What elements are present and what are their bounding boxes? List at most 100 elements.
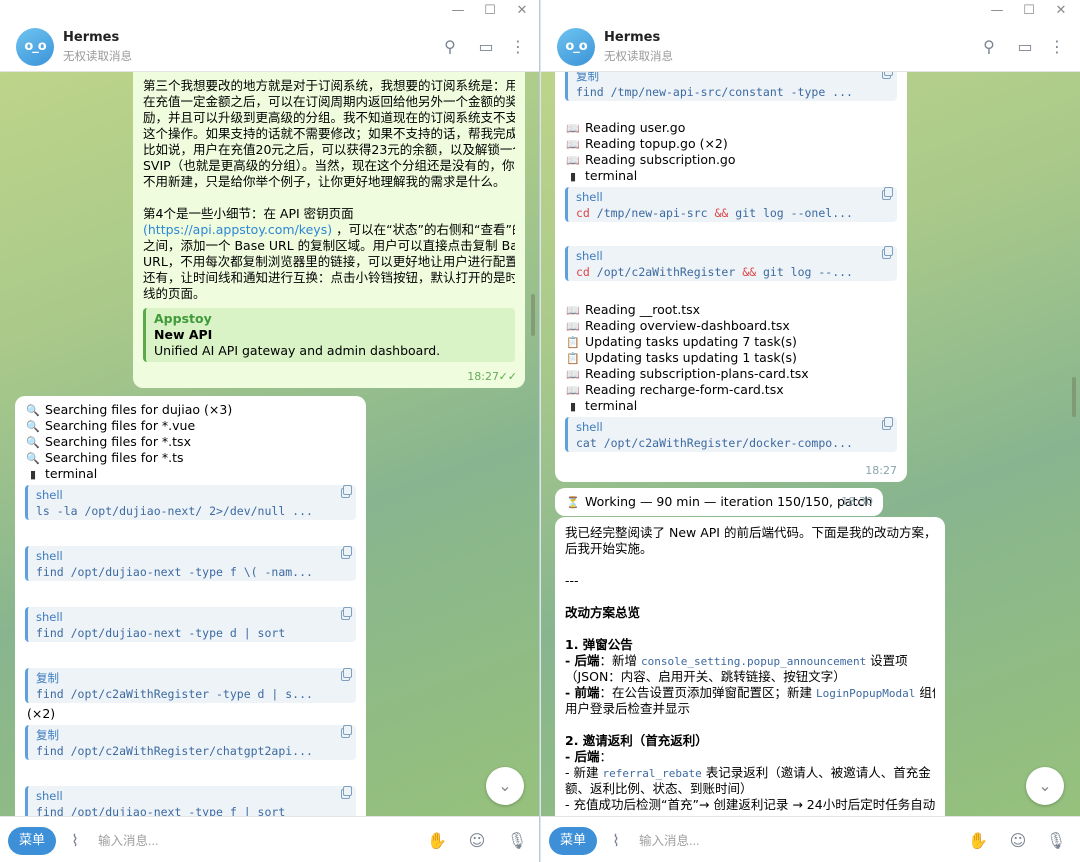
tool-line-text: Reading user.go bbox=[585, 120, 686, 135]
code-block[interactable]: 复制 find /opt/c2aWithRegister -type d | s.… bbox=[25, 668, 356, 703]
code-command: ls -la /opt/dujiao-next/ 2>/dev/null ... bbox=[36, 504, 313, 518]
menu-button[interactable]: 菜单 bbox=[8, 827, 56, 855]
preview-description: Unified AI API gateway and admin dashboa… bbox=[154, 343, 441, 358]
copy-icon[interactable] bbox=[341, 668, 352, 681]
copy-icon[interactable] bbox=[882, 246, 893, 259]
code-command: find /tmp/new-api-src/constant -type ... bbox=[576, 85, 853, 99]
chat-header: o_o Hermes 无权读取消息 ⚲ ▭ ⋮ bbox=[0, 22, 539, 72]
message-list[interactable]: 第三个我想要改的地方就是对于订阅系统，我想要的订阅系统是：用户 在充值一定金额之后… bbox=[0, 72, 539, 816]
tool-line-text: Reading subscription-plans-card.tsx bbox=[585, 366, 809, 381]
hourglass-icon: ⏳ bbox=[566, 496, 580, 509]
sidebar-toggle-icon[interactable]: ▭ bbox=[476, 36, 496, 58]
composer: 菜单 ⌇ ✋ ☺ 🎙 bbox=[0, 816, 539, 862]
message-input[interactable] bbox=[639, 830, 939, 852]
code-block[interactable]: shell ls -la /opt/dujiao-next/ 2>/dev/nul… bbox=[25, 485, 356, 520]
message-time: 18:27 bbox=[865, 464, 897, 477]
code-command: cd /opt/c2aWithRegister && git log --... bbox=[576, 265, 853, 279]
message-line: (https://api.appstoy.com/keys) ，可以在“状态”的… bbox=[143, 222, 515, 238]
plan-section-title: 2. 邀请返利（首充返利） bbox=[565, 733, 708, 748]
code-label: 复制 bbox=[36, 671, 59, 685]
emoji-icon[interactable]: ☺ bbox=[1007, 829, 1029, 853]
code-block[interactable]: shell find /opt/dujiao-next -type d | sor… bbox=[25, 607, 356, 642]
message-input[interactable] bbox=[98, 830, 398, 852]
plan-text: 后我开始实施。 bbox=[565, 541, 653, 556]
message-line: 第4个是一些小细节：在 API 密钥页面 bbox=[143, 206, 354, 221]
minimize-icon[interactable]: — bbox=[989, 3, 1005, 19]
scrollbar-thumb[interactable] bbox=[531, 294, 535, 336]
copy-icon[interactable] bbox=[341, 485, 352, 498]
tool-line: 📖 Reading subscription-plans-card.tsx bbox=[565, 366, 897, 382]
code-command: find /opt/c2aWithRegister/chatgpt2api... bbox=[36, 744, 313, 758]
scroll-down-button[interactable]: ⌄ bbox=[1026, 767, 1064, 805]
copy-icon[interactable] bbox=[341, 786, 352, 799]
status-message[interactable]: ⏳ Working — 90 min — iteration 150/150, p… bbox=[555, 488, 883, 516]
microphone-icon[interactable]: 🎙 bbox=[506, 829, 528, 853]
code-block[interactable]: shell find /opt/dujiao-next -type f \( -n… bbox=[25, 546, 356, 581]
maximize-icon[interactable]: ☐ bbox=[482, 3, 498, 19]
minimize-icon[interactable]: — bbox=[450, 3, 466, 19]
magnifier-icon: 🔍 bbox=[26, 452, 40, 465]
link-preview[interactable]: Appstoy New API Unified AI API gateway a… bbox=[143, 308, 515, 362]
copy-icon[interactable] bbox=[341, 607, 352, 620]
copy-icon[interactable] bbox=[882, 187, 893, 200]
bot-commands-icon[interactable]: ✋ bbox=[426, 829, 448, 853]
search-icon[interactable]: ⚲ bbox=[979, 36, 999, 58]
microphone-icon[interactable]: 🎙 bbox=[1045, 829, 1067, 853]
copy-icon[interactable] bbox=[341, 725, 352, 738]
message-line: 第三个我想要改的地方就是对于订阅系统，我想要的订阅系统是：用户 bbox=[143, 78, 515, 93]
tool-line-text: Searching files for *.tsx bbox=[45, 434, 191, 449]
message-list[interactable]: 复制 find /tmp/new-api-src/constant -type … bbox=[541, 72, 1080, 816]
close-icon[interactable]: ✕ bbox=[514, 3, 530, 19]
chat-name[interactable]: Hermes bbox=[63, 30, 119, 45]
avatar[interactable]: o_o bbox=[557, 28, 595, 66]
scrollbar-thumb[interactable] bbox=[1072, 377, 1076, 417]
code-block[interactable]: shell find /opt/dujiao-next -type f | sor… bbox=[25, 786, 356, 816]
copy-icon[interactable] bbox=[341, 546, 352, 559]
code-block[interactable]: 复制 find /tmp/new-api-src/constant -type … bbox=[565, 72, 897, 101]
tool-line: 📋 Updating tasks updating 7 task(s) bbox=[565, 334, 897, 350]
tool-line-text: terminal bbox=[585, 168, 638, 183]
more-vertical-icon[interactable]: ⋮ bbox=[1047, 36, 1067, 58]
close-icon[interactable]: ✕ bbox=[1053, 3, 1069, 19]
copy-icon[interactable] bbox=[882, 417, 893, 430]
search-icon[interactable]: ⚲ bbox=[440, 36, 460, 58]
sidebar-toggle-icon[interactable]: ▭ bbox=[1015, 36, 1035, 58]
code-block[interactable]: 复制 find /opt/c2aWithRegister/chatgpt2api.… bbox=[25, 725, 356, 760]
outgoing-message[interactable]: 第三个我想要改的地方就是对于订阅系统，我想要的订阅系统是：用户 在充值一定金额之后… bbox=[133, 72, 525, 388]
attach-icon[interactable]: ⌇ bbox=[64, 829, 86, 853]
code-block[interactable]: shell cd /opt/c2aWithRegister && git log… bbox=[565, 246, 897, 281]
incoming-message[interactable]: 复制 find /tmp/new-api-src/constant -type … bbox=[555, 72, 907, 482]
plan-text: 额、返利比例、状态、到账时间） bbox=[565, 781, 753, 796]
scroll-down-button[interactable]: ⌄ bbox=[486, 767, 524, 805]
copy-icon[interactable] bbox=[882, 72, 893, 79]
plan-text: - 后端： bbox=[565, 749, 613, 764]
keys-link[interactable]: (https://api.appstoy.com/keys) bbox=[143, 222, 332, 237]
left-window: — ☐ ✕ o_o Hermes 无权读取消息 ⚲ ▭ ⋮ 第三个我想要改的地方… bbox=[0, 0, 540, 862]
avatar[interactable]: o_o bbox=[16, 28, 54, 66]
tool-line: 📋 Updating tasks updating 1 task(s) bbox=[565, 350, 897, 366]
code-command: cd /tmp/new-api-src && git log --onel... bbox=[576, 206, 853, 220]
emoji-icon[interactable]: ☺ bbox=[466, 829, 488, 853]
code-block[interactable]: shell cat /opt/c2aWithRegister/docker-co… bbox=[565, 417, 897, 452]
tool-lines: 📖 Reading user.go 📖 Reading topup.go (×2) 📖 R… bbox=[565, 120, 897, 184]
tool-line: 📖 Reading overview-dashboard.tsx bbox=[565, 318, 897, 334]
message-time: 18:30 bbox=[841, 495, 873, 508]
attach-icon[interactable]: ⌇ bbox=[605, 829, 627, 853]
plan-message[interactable]: 我已经完整阅读了 New API 的前后端代码。下面是我的改动方案，确认 后我开… bbox=[555, 517, 945, 816]
code-block[interactable]: shell cd /tmp/new-api-src && git log --o… bbox=[565, 187, 897, 222]
terminal-icon: ▮ bbox=[569, 170, 577, 183]
plan-text: （JSON：内容、启用开关、跳转链接、按钮文字） bbox=[565, 669, 846, 684]
maximize-icon[interactable]: ☐ bbox=[1021, 3, 1037, 19]
incoming-message[interactable]: 🔍 Searching files for dujiao (×3) 🔍 Searchi… bbox=[15, 396, 366, 816]
chat-header: o_o Hermes 无权读取消息 ⚲ ▭ ⋮ bbox=[541, 22, 1080, 72]
tool-line-text: terminal bbox=[585, 398, 638, 413]
plan-text: 我已经完整阅读了 New API 的前后端代码。下面是我的改动方案，确认 bbox=[565, 525, 935, 540]
chat-name[interactable]: Hermes bbox=[604, 30, 660, 45]
tool-line: 📖 Reading __root.tsx bbox=[565, 302, 897, 318]
menu-button[interactable]: 菜单 bbox=[549, 827, 597, 855]
bot-commands-icon[interactable]: ✋ bbox=[967, 829, 989, 853]
composer: 菜单 ⌇ ✋ ☺ 🎙 bbox=[541, 816, 1080, 862]
chat-status: 无权读取消息 bbox=[604, 49, 673, 63]
more-vertical-icon[interactable]: ⋮ bbox=[508, 36, 528, 58]
message-text: ，可以在“状态”的右侧和“查看”的左侧 bbox=[336, 222, 515, 237]
